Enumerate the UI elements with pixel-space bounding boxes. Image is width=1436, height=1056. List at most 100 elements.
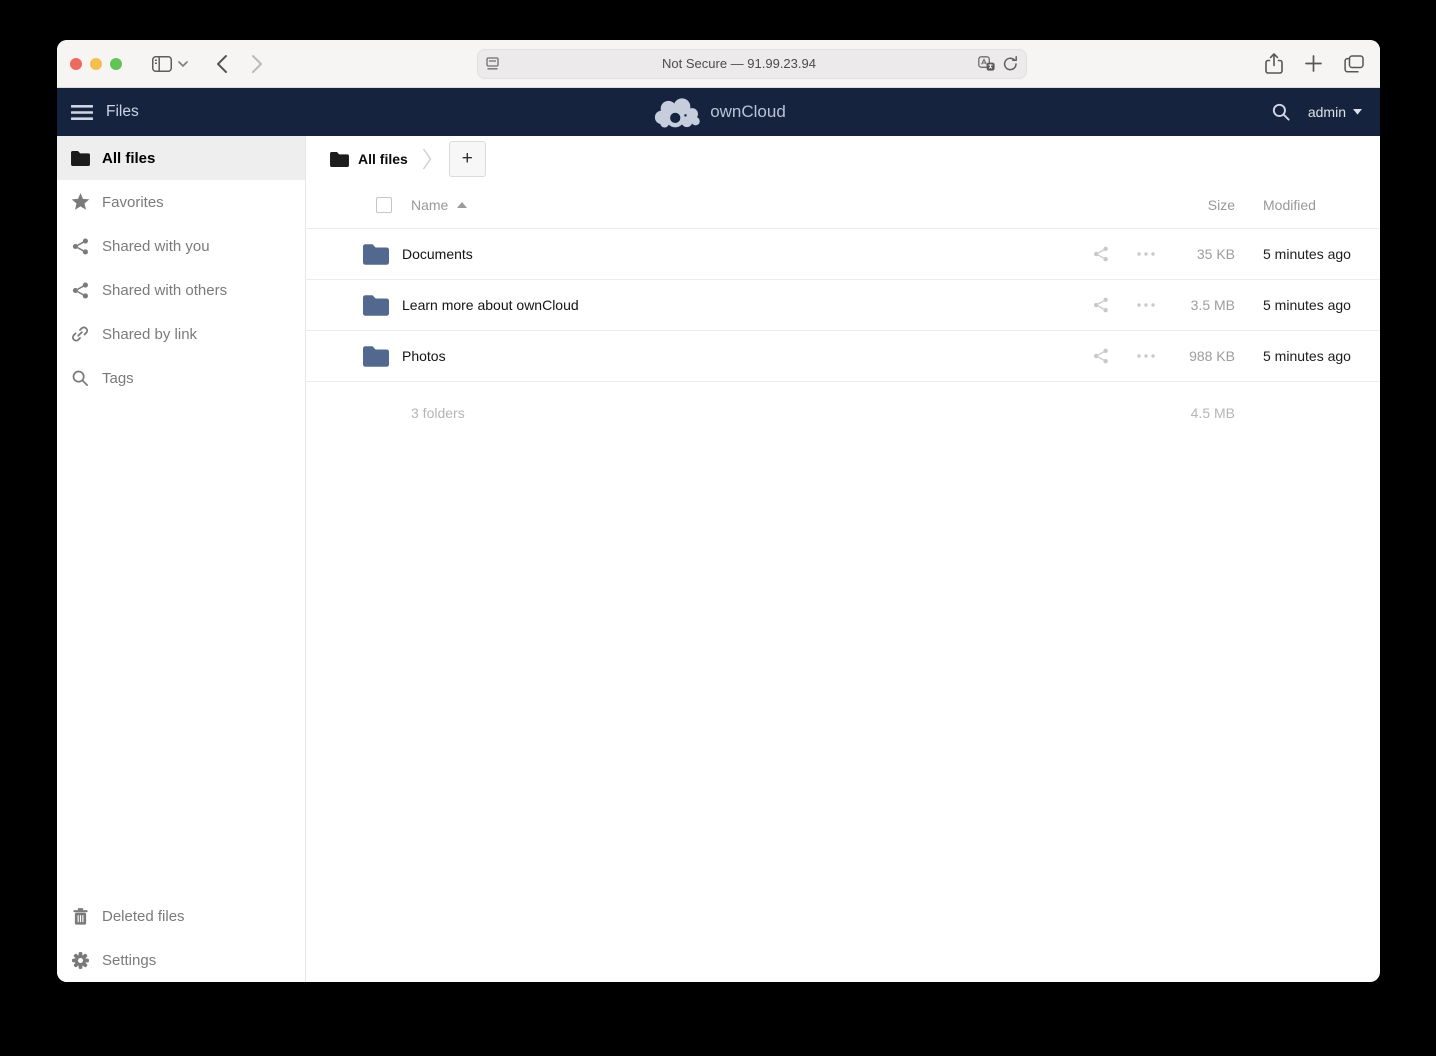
close-window-button[interactable] [70,58,82,70]
file-size: 988 KB [1158,348,1235,364]
file-name[interactable]: Learn more about ownCloud [402,297,1089,313]
brand-name: ownCloud [710,102,786,122]
share-icon [1265,53,1283,74]
app-sidebar: All files Favorites Shared with you [57,136,306,982]
header-right: admin [1272,103,1362,121]
sidebar-item-favorites[interactable]: Favorites [57,180,305,224]
sidebar-item-label: Favorites [102,194,164,211]
zoom-window-button[interactable] [110,58,122,70]
folder-icon [70,148,90,168]
file-list-summary: 3 folders 4.5 MB [306,382,1380,444]
app-menu-button[interactable]: Files [71,103,139,121]
file-modified: 5 minutes ago [1235,348,1380,364]
sidebar-toggle-icon [152,56,172,72]
more-actions-button[interactable] [1134,354,1158,358]
link-icon [70,324,90,344]
folder-icon [363,295,389,316]
sidebar-item-label: All files [102,150,155,167]
sidebar-item-shared-by-link[interactable]: Shared by link [57,312,305,356]
more-actions-button[interactable] [1134,303,1158,307]
file-modified: 5 minutes ago [1235,297,1380,313]
owncloud-logo-icon [651,97,700,128]
share-file-button[interactable] [1089,246,1113,262]
translate-icon[interactable] [978,56,995,71]
breadcrumb-home[interactable]: All files [330,151,408,167]
new-file-button[interactable]: + [449,141,486,177]
table-row[interactable]: Photos 988 KB 5 minutes ago [306,331,1380,382]
username-label: admin [1308,104,1346,120]
sidebar-toggle-button[interactable] [152,56,172,72]
tabs-icon [1344,55,1364,73]
caret-down-icon [1353,109,1362,115]
sort-ascending-icon [457,202,467,208]
app-name-label: Files [106,103,139,121]
share-file-button[interactable] [1089,297,1113,313]
table-row[interactable]: Documents 35 KB 5 minutes ago [306,229,1380,280]
modified-column-header[interactable]: Modified [1235,197,1380,213]
table-row[interactable]: Learn more about ownCloud 3.5 MB 5 minut… [306,280,1380,331]
sidebar-item-label: Shared with others [102,282,227,299]
sidebar-item-shared-with-you[interactable]: Shared with you [57,224,305,268]
name-column-label: Name [411,197,448,213]
forward-button[interactable] [251,54,264,74]
file-size: 3.5 MB [1158,297,1235,313]
folder-icon [330,152,349,167]
tag-icon [70,368,90,388]
file-modified: 5 minutes ago [1235,246,1380,262]
back-button[interactable] [215,54,228,74]
traffic-lights [70,58,122,70]
tab-overview-button[interactable] [1344,55,1364,73]
sidebar-item-label: Tags [102,370,134,387]
file-name[interactable]: Photos [402,348,1089,364]
total-size: 4.5 MB [1158,405,1235,421]
sidebar-item-label: Deleted files [102,908,185,925]
sort-by-name-header[interactable]: Name [411,197,467,213]
files-controls-bar: All files + [306,136,1380,182]
sidebar-item-settings[interactable]: Settings [57,938,305,982]
share-nodes-icon [70,236,90,256]
address-text: Not Secure — 91.99.23.94 [501,56,978,71]
breadcrumb-chevron-icon [422,148,432,170]
sidebar-item-deleted-files[interactable]: Deleted files [57,894,305,938]
sidebar-item-label: Shared by link [102,326,197,343]
gear-icon [70,950,90,970]
sidebar-item-label: Shared with you [102,238,210,255]
forward-icon [251,54,264,74]
owncloud-header: Files ownCloud [57,88,1380,136]
plus-icon [1305,55,1322,72]
share-page-button[interactable] [1265,53,1283,74]
address-bar[interactable]: Not Secure — 91.99.23.94 [477,49,1027,79]
star-icon [70,192,90,212]
chevron-down-icon [178,61,188,67]
reload-icon[interactable] [1003,56,1018,72]
sidebar-item-all-files[interactable]: All files [57,136,305,180]
share-nodes-icon [70,280,90,300]
trash-icon [70,906,90,926]
user-menu-button[interactable]: admin [1308,104,1362,120]
minimize-window-button[interactable] [90,58,102,70]
more-actions-button[interactable] [1134,252,1158,256]
sidebar-item-shared-with-others[interactable]: Shared with others [57,268,305,312]
page-settings-icon[interactable] [486,57,501,70]
sidebar-menu-chevron[interactable] [178,61,188,67]
new-tab-button[interactable] [1305,55,1322,72]
sidebar-item-tags[interactable]: Tags [57,356,305,400]
folder-count: 3 folders [411,405,465,421]
toolbar-right-icons [1265,53,1364,74]
folder-icon [363,244,389,265]
sidebar-item-label: Settings [102,952,156,969]
hamburger-icon [71,105,93,120]
file-size: 35 KB [1158,246,1235,262]
size-column-header[interactable]: Size [1158,197,1235,213]
file-name[interactable]: Documents [402,246,1089,262]
file-table-header: Name Size Modified [306,182,1380,229]
share-file-button[interactable] [1089,348,1113,364]
breadcrumb-label: All files [358,151,408,167]
search-icon [1272,103,1290,121]
files-main-panel: All files + Name Size Modified [306,136,1380,982]
search-button[interactable] [1272,103,1290,121]
sidebar-spacer [57,400,305,894]
select-all-checkbox[interactable] [376,197,392,213]
folder-icon [363,346,389,367]
owncloud-brand: ownCloud [651,88,786,136]
